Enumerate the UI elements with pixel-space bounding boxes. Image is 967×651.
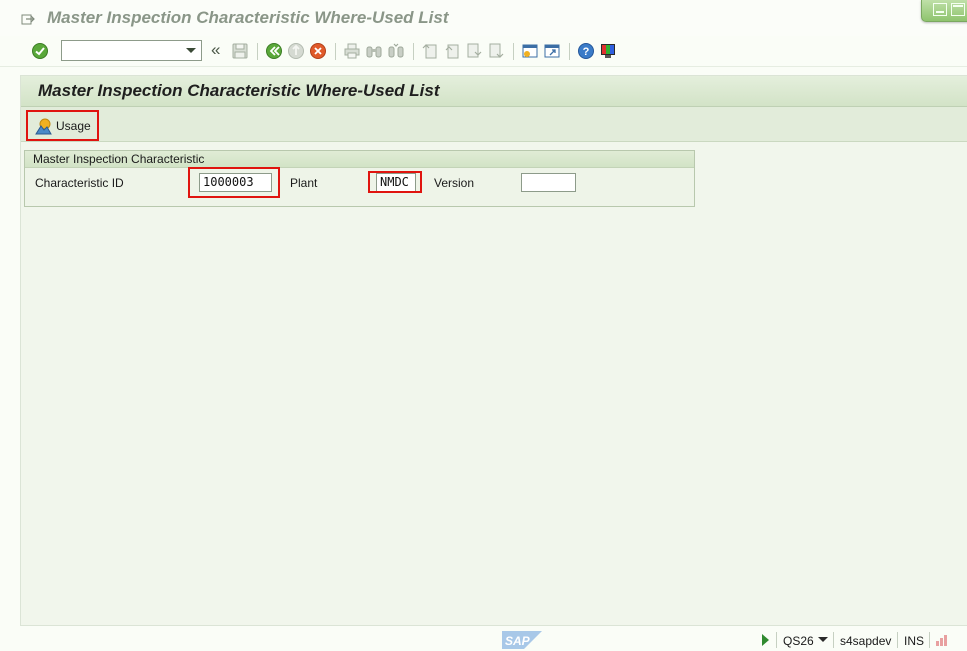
cancel-icon[interactable]	[309, 42, 327, 60]
status-separator	[897, 632, 898, 648]
version-label: Version	[434, 176, 475, 190]
sap-logo-icon: SAP	[502, 631, 542, 649]
characteristic-id-label: Characteristic ID	[35, 176, 124, 190]
usage-icon	[35, 118, 52, 135]
exit-icon	[288, 43, 304, 59]
status-separator	[776, 632, 777, 648]
back-icon[interactable]	[265, 42, 283, 60]
enter-icon[interactable]	[31, 42, 49, 60]
toolbar-separator	[257, 43, 258, 60]
first-page-icon	[422, 44, 437, 59]
sap-logo-text: SAP	[505, 634, 531, 648]
application-toolbar: Usage	[21, 107, 967, 142]
characteristic-id-highlight	[188, 167, 280, 198]
command-input[interactable]	[62, 41, 180, 60]
menu-exit-icon[interactable]	[21, 12, 35, 26]
standard-toolbar: « ?	[0, 36, 967, 67]
help-icon[interactable]: ?	[577, 42, 595, 60]
plant-highlight	[368, 171, 422, 193]
group-title: Master Inspection Characteristic	[25, 151, 694, 168]
minimize-button[interactable]	[933, 3, 947, 16]
customize-layout-icon[interactable]	[599, 42, 617, 60]
last-page-icon	[489, 43, 504, 58]
page-title: Master Inspection Characteristic Where-U…	[38, 81, 440, 100]
toolbar-separator	[513, 43, 514, 60]
usage-label: Usage	[56, 118, 91, 133]
shortcut-icon[interactable]	[543, 42, 561, 60]
window-title: Master Inspection Characteristic Where-U…	[47, 8, 449, 27]
version-field[interactable]	[521, 173, 576, 192]
maximize-button[interactable]	[951, 3, 965, 16]
find-next-icon	[388, 43, 404, 58]
page-header: Master Inspection Characteristic Where-U…	[21, 76, 967, 107]
toolbar-separator	[413, 43, 414, 60]
usage-button[interactable]: Usage	[26, 110, 99, 141]
find-icon	[366, 46, 382, 58]
new-session-icon[interactable]	[521, 42, 539, 60]
main-panel: Master Inspection Characteristic Where-U…	[20, 75, 967, 626]
next-page-icon	[467, 43, 482, 58]
system-dropdown-icon[interactable]	[818, 637, 828, 642]
command-dropdown-icon[interactable]	[181, 41, 201, 60]
window-controls	[921, 0, 967, 22]
title-bar: Master Inspection Characteristic Where-U…	[0, 0, 967, 36]
system-id[interactable]: QS26	[783, 634, 814, 648]
status-separator	[833, 632, 834, 648]
status-bar: SAP QS26 s4sapdev INS	[0, 628, 967, 651]
status-expand-icon[interactable]	[762, 634, 769, 646]
server-name: s4sapdev	[840, 634, 892, 648]
collapse-toolbar-icon[interactable]: «	[211, 41, 220, 59]
toolbar-separator	[569, 43, 570, 60]
previous-page-icon	[445, 44, 459, 59]
command-field[interactable]	[61, 40, 202, 61]
master-inspection-characteristic-group: Master Inspection Characteristic Charact…	[24, 150, 695, 207]
insert-mode[interactable]: INS	[904, 634, 924, 648]
print-icon	[344, 43, 360, 59]
performance-icon	[936, 635, 947, 646]
svg-text:?: ?	[583, 46, 590, 58]
status-separator	[929, 632, 930, 648]
plant-label: Plant	[290, 176, 318, 190]
toolbar-separator	[335, 43, 336, 60]
save-icon	[232, 43, 248, 59]
